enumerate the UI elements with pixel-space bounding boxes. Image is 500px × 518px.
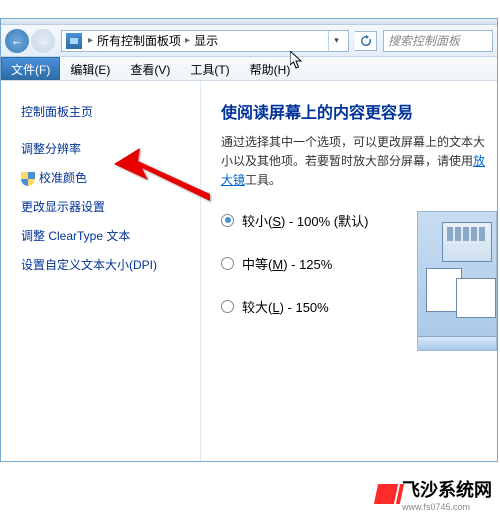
- option-large-label: 较大(L) - 150%: [242, 297, 329, 316]
- option-medium-label: 中等(M) - 125%: [242, 254, 332, 273]
- sidebar-calibrate-label: 校准颜色: [39, 171, 87, 185]
- breadcrumb-item[interactable]: 显示: [192, 32, 220, 49]
- chevron-right-icon: ▸: [183, 35, 192, 46]
- preview-window-icon: [442, 222, 492, 262]
- radio-large[interactable]: [221, 300, 234, 313]
- menu-tools[interactable]: 工具(T): [180, 57, 239, 80]
- shield-icon: [21, 172, 35, 186]
- menu-view[interactable]: 查看(V): [120, 57, 180, 80]
- address-dropdown-icon[interactable]: ▾: [328, 31, 344, 51]
- menu-help[interactable]: 帮助(H): [240, 57, 301, 80]
- sidebar-resolution[interactable]: 调整分辨率: [13, 134, 188, 163]
- watermark-title: 飞沙系统网: [402, 480, 492, 500]
- radio-medium[interactable]: [221, 257, 234, 270]
- sidebar-display-settings[interactable]: 更改显示器设置: [13, 192, 188, 221]
- page-description: 通过选择其中一个选项，可以更改屏幕上的文本大小以及其他项。若要暂时放大部分屏幕，…: [221, 133, 487, 191]
- menu-file[interactable]: 文件(F): [1, 57, 60, 80]
- sidebar-calibrate[interactable]: 校准颜色: [13, 163, 188, 192]
- preview-window-icon: [456, 278, 496, 318]
- control-panel-icon: [66, 33, 82, 49]
- nav-toolbar: ← → ▸ 所有控制面板项 ▸ 显示 ▾ 搜索控制面板: [1, 25, 497, 57]
- watermark-url: www.fs0745.com: [402, 502, 492, 512]
- sidebar-dpi[interactable]: 设置自定义文本大小(DPI): [13, 250, 188, 279]
- back-arrow-icon: ←: [11, 33, 24, 48]
- address-bar[interactable]: ▸ 所有控制面板项 ▸ 显示 ▾: [61, 30, 349, 52]
- search-input[interactable]: 搜索控制面板: [383, 30, 493, 52]
- control-panel-window: ← → ▸ 所有控制面板项 ▸ 显示 ▾ 搜索控制面板 文件(F) 编辑(E) …: [0, 18, 498, 462]
- refresh-icon: [360, 35, 372, 47]
- preview-thumbnail: [417, 211, 497, 351]
- nav-back-button[interactable]: ←: [5, 29, 29, 53]
- breadcrumb-item[interactable]: 所有控制面板项: [95, 32, 183, 49]
- nav-forward-button[interactable]: →: [31, 29, 55, 53]
- sidebar-home[interactable]: 控制面板主页: [13, 97, 188, 126]
- page-heading: 使阅读屏幕上的内容更容易: [221, 99, 487, 123]
- forward-arrow-icon: →: [37, 33, 50, 48]
- sidebar-cleartype[interactable]: 调整 ClearType 文本: [13, 221, 188, 250]
- sidebar: 控制面板主页 调整分辨率 校准颜色 更改显示器设置 调整 ClearType 文…: [1, 81, 201, 461]
- desc-text: 通过选择其中一个选项，可以更改屏幕上的文本大小以及其他项。若要暂时放大部分屏幕，…: [221, 135, 485, 168]
- chevron-right-icon: ▸: [86, 35, 95, 46]
- radio-small[interactable]: [221, 214, 234, 227]
- menu-bar: 文件(F) 编辑(E) 查看(V) 工具(T) 帮助(H): [1, 57, 497, 81]
- window-body: 控制面板主页 调整分辨率 校准颜色 更改显示器设置 调整 ClearType 文…: [1, 81, 497, 461]
- option-small-label: 较小(S) - 100% (默认): [242, 211, 368, 230]
- watermark: 飞沙系统网 www.fs0745.com: [376, 476, 492, 512]
- content-pane: 使阅读屏幕上的内容更容易 通过选择其中一个选项，可以更改屏幕上的文本大小以及其他…: [201, 81, 497, 461]
- menu-edit[interactable]: 编辑(E): [60, 57, 120, 80]
- desc-text: 工具。: [245, 173, 281, 187]
- preview-taskbar-icon: [418, 336, 496, 350]
- refresh-button[interactable]: [355, 31, 377, 51]
- watermark-logo-icon: [374, 484, 398, 504]
